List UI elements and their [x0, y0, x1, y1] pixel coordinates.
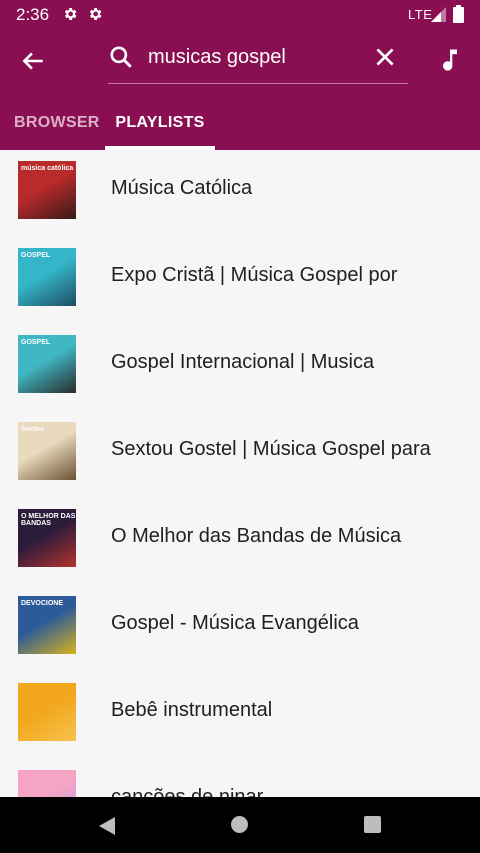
battery-icon [453, 5, 464, 23]
tab-browser-label: BROWSER [14, 114, 100, 131]
list-item[interactable]: canções de ninar [0, 759, 480, 797]
playlist-title: canções de ninar [111, 786, 264, 797]
playlist-thumbnail: música católica [18, 161, 76, 219]
tab-browser[interactable]: BROWSER [14, 106, 100, 150]
tab-playlists-label: PLAYLISTS [115, 114, 205, 131]
list-item[interactable]: O MELHOR DAS BANDAS O Melhor das Bandas … [0, 498, 480, 585]
playlist-thumbnail: O MELHOR DAS BANDAS [18, 509, 76, 567]
gear-icon [89, 8, 102, 20]
list-item[interactable]: DEVOCIONE Gospel - Música Evangélica [0, 585, 480, 672]
playlist-title: Gospel Internacional | Musica [111, 351, 375, 373]
list-item[interactable]: música católica Música Católica [0, 150, 480, 237]
thumbnail-text: DEVOCIONE [21, 600, 64, 607]
tab-playlists[interactable]: PLAYLISTS [105, 106, 215, 150]
back-arrow-icon[interactable] [20, 48, 46, 74]
navigation-bar [0, 797, 480, 853]
playlist-title: Música Católica [111, 177, 253, 199]
close-icon[interactable] [372, 44, 398, 70]
nav-recents-icon[interactable] [364, 816, 381, 833]
playlist-title: O Melhor das Bandas de Música [111, 525, 402, 547]
list-item[interactable]: GOSPEL Expo Cristã | Música Gospel por [0, 237, 480, 324]
list-item[interactable]: Bebê instrumental [0, 672, 480, 759]
thumbnail-text: GOSPEL [21, 339, 51, 346]
search-bar [108, 36, 408, 84]
playlist-title: Bebê instrumental [111, 699, 273, 721]
thumbnail-text: O MELHOR DAS BANDAS [21, 513, 76, 527]
search-icon [110, 46, 132, 68]
app-bar: BROWSER PLAYLISTS [0, 28, 480, 150]
playlist-thumbnail: GOSPEL [18, 248, 76, 306]
status-time: 2:36 [16, 5, 50, 24]
playlist-title: Sextou Gostel | Música Gospel para [111, 438, 431, 460]
search-input[interactable] [148, 43, 358, 71]
music-note-icon[interactable] [436, 46, 464, 74]
nav-home-icon[interactable] [231, 816, 248, 833]
thumbnail-text: GOSPEL [21, 252, 51, 259]
gear-icon [64, 8, 77, 20]
playlist-thumbnail: GOSPEL [18, 335, 76, 393]
playlist-list[interactable]: música católica Música Católica GOSPEL E… [0, 150, 480, 797]
playlist-thumbnail: Sextou [18, 422, 76, 480]
playlist-title: Expo Cristã | Música Gospel por [111, 264, 398, 286]
nav-back-icon[interactable] [98, 816, 116, 836]
list-item[interactable]: Sextou Sextou Gostel | Música Gospel par… [0, 411, 480, 498]
thumbnail-text: música católica [21, 165, 74, 172]
playlist-thumbnail [18, 683, 76, 741]
playlist-thumbnail: DEVOCIONE [18, 596, 76, 654]
playlist-title: Gospel - Música Evangélica [111, 612, 359, 634]
signal-icon [431, 7, 446, 22]
playlist-thumbnail [18, 770, 76, 797]
list-item[interactable]: GOSPEL Gospel Internacional | Musica [0, 324, 480, 411]
status-bar: 2:36 LTE [0, 0, 480, 28]
thumbnail-text: Sextou [21, 426, 45, 433]
network-type: LTE [408, 7, 433, 22]
